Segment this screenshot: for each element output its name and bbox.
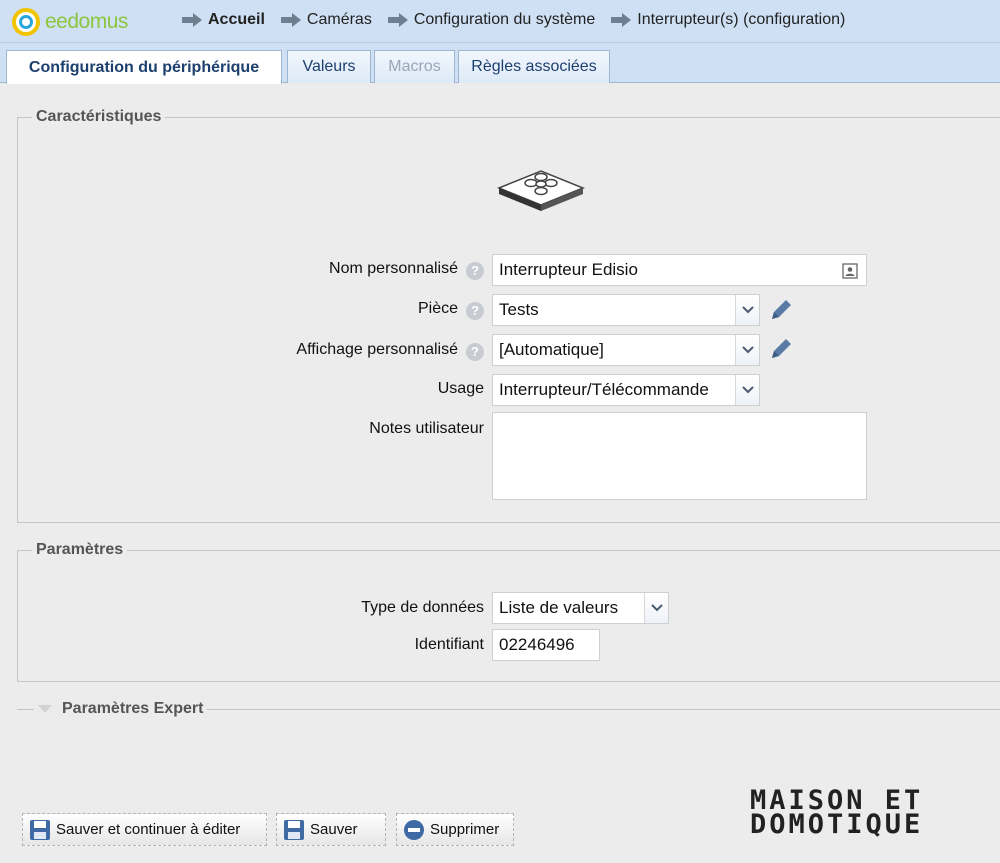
breadcrumb-cameras[interactable]: Caméras bbox=[280, 11, 372, 29]
data-type-select-value: Liste de valeurs bbox=[499, 598, 619, 617]
tab-associated-rules[interactable]: Règles associées bbox=[458, 50, 610, 83]
breadcrumb-accueil[interactable]: Accueil bbox=[182, 11, 265, 29]
display-select-value: [Automatique] bbox=[499, 340, 604, 359]
breadcrumb-system-config[interactable]: Configuration du système bbox=[387, 11, 596, 29]
name-input[interactable]: Interrupteur Edisio bbox=[492, 254, 867, 286]
data-type-label: Type de données bbox=[361, 599, 484, 616]
room-select-value: Tests bbox=[499, 300, 539, 319]
room-select[interactable]: Tests bbox=[492, 294, 760, 326]
edit-room-pencil-icon[interactable] bbox=[768, 297, 794, 323]
top-bar: eedomus Accueil Caméras Configuration du… bbox=[0, 0, 1000, 43]
notes-label: Notes utilisateur bbox=[369, 420, 484, 437]
name-label-text: Nom personnalisé bbox=[329, 260, 458, 277]
chevron-down-icon[interactable] bbox=[735, 335, 759, 365]
characteristics-legend: Caractéristiques bbox=[32, 108, 166, 126]
floppy-disk-icon bbox=[284, 819, 304, 840]
delete-label: Supprimer bbox=[430, 821, 500, 838]
eedomus-logo[interactable]: eedomus bbox=[12, 8, 128, 36]
arrow-right-icon bbox=[387, 13, 408, 27]
breadcrumb-label: Caméras bbox=[306, 11, 372, 28]
chevron-down-icon[interactable] bbox=[735, 375, 759, 405]
identifier-label: Identifiant bbox=[414, 636, 484, 653]
save-continue-label: Sauver et continuer à éditer bbox=[56, 821, 241, 838]
edit-display-pencil-icon[interactable] bbox=[768, 336, 794, 362]
name-input-value: Interrupteur Edisio bbox=[499, 260, 638, 279]
arrow-right-icon bbox=[280, 13, 301, 27]
brand-line-2: DOMOTIQUE bbox=[750, 809, 924, 840]
minus-circle-icon bbox=[404, 819, 424, 840]
save-continue-button[interactable]: Sauver et continuer à éditer bbox=[22, 813, 267, 846]
breadcrumb-switch-config[interactable]: Interrupteur(s) (configuration) bbox=[611, 11, 845, 29]
help-icon[interactable]: ? bbox=[466, 302, 484, 320]
help-icon[interactable]: ? bbox=[466, 262, 484, 280]
usage-select-value: Interrupteur/Télécommande bbox=[499, 380, 709, 399]
room-label-text: Pièce bbox=[417, 300, 458, 317]
chevron-down-icon[interactable] bbox=[735, 295, 759, 325]
maison-et-domotique-logo: MAISON ET DOMOTIQUE bbox=[750, 787, 958, 840]
breadcrumb-label: Interrupteur(s) (configuration) bbox=[637, 11, 846, 28]
name-label: Nom personnalisé? bbox=[200, 260, 484, 280]
display-label: Affichage personnalisé? bbox=[200, 341, 484, 361]
delete-button[interactable]: Supprimer bbox=[396, 813, 514, 846]
save-label: Sauver bbox=[310, 821, 358, 838]
tab-macros: Macros bbox=[374, 50, 455, 83]
arrow-right-icon bbox=[611, 13, 632, 27]
floppy-disk-icon bbox=[30, 819, 50, 840]
tab-bar: Configuration du périphérique Valeurs Ma… bbox=[0, 43, 1000, 84]
expert-section-toggle[interactable]: Paramètres Expert bbox=[34, 700, 208, 718]
identifier-input[interactable]: 02246496 bbox=[492, 629, 600, 661]
display-label-text: Affichage personnalisé bbox=[296, 341, 458, 358]
logo-text: eedomus bbox=[45, 10, 128, 33]
logo-ring-icon bbox=[12, 8, 40, 36]
tab-device-configuration[interactable]: Configuration du périphérique bbox=[6, 50, 282, 84]
expert-legend: Paramètres Expert bbox=[62, 700, 204, 717]
breadcrumb: Accueil Caméras Configuration du système… bbox=[182, 11, 861, 29]
switch-remote-icon bbox=[497, 170, 585, 211]
data-type-select[interactable]: Liste de valeurs bbox=[492, 592, 669, 624]
contact-card-icon[interactable] bbox=[842, 263, 858, 279]
breadcrumb-label: Configuration du système bbox=[413, 11, 596, 28]
display-select[interactable]: [Automatique] bbox=[492, 334, 760, 366]
tab-values[interactable]: Valeurs bbox=[287, 50, 371, 83]
help-icon[interactable]: ? bbox=[466, 343, 484, 361]
usage-select[interactable]: Interrupteur/Télécommande bbox=[492, 374, 760, 406]
chevron-down-icon[interactable] bbox=[644, 593, 668, 623]
save-button[interactable]: Sauver bbox=[276, 813, 386, 846]
breadcrumb-label: Accueil bbox=[208, 11, 265, 28]
arrow-right-icon bbox=[182, 13, 202, 27]
parameters-legend: Paramètres bbox=[32, 541, 128, 559]
triangle-down-icon bbox=[38, 705, 52, 713]
room-label: Pièce? bbox=[200, 300, 484, 320]
notes-textarea[interactable] bbox=[492, 412, 867, 500]
usage-label: Usage bbox=[437, 380, 484, 397]
